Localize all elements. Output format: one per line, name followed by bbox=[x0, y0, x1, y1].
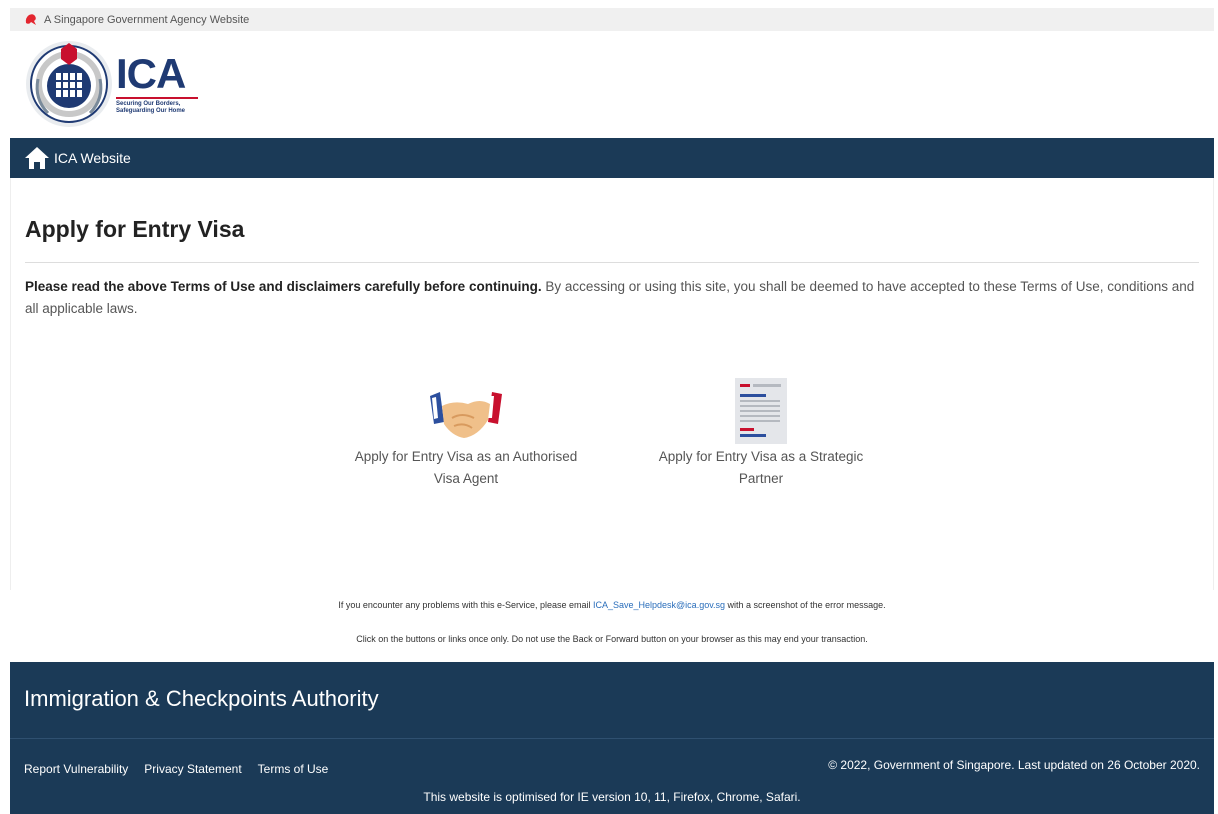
terms-notice-bold: Please read the above Terms of Use and d… bbox=[25, 279, 542, 294]
handshake-icon bbox=[430, 392, 502, 438]
ica-website-link[interactable]: ICA Website bbox=[54, 150, 131, 166]
masthead-text: A Singapore Government Agency Website bbox=[44, 13, 250, 26]
authorised-visa-agent-label: Apply for Entry Visa as an Authorised Vi… bbox=[354, 449, 578, 486]
logo-tagline-2: Safeguarding Our Home bbox=[116, 108, 186, 114]
footer-divider bbox=[10, 738, 1214, 739]
site-footer: Immigration & Checkpoints Authority Repo… bbox=[10, 662, 1214, 814]
privacy-statement-link[interactable]: Privacy Statement bbox=[144, 762, 241, 776]
browser-optimised-note: This website is optimised for IE version… bbox=[423, 790, 801, 804]
logo-tagline-1: Securing Our Borders, bbox=[116, 101, 181, 107]
document-icon bbox=[735, 378, 787, 444]
help-line-1-post: with a screenshot of the error message. bbox=[725, 600, 886, 610]
page-title: Apply for Entry Visa bbox=[25, 216, 245, 242]
help-line-2: Click on the buttons or links once only.… bbox=[356, 634, 868, 644]
ica-crest-icon bbox=[26, 41, 112, 127]
help-line-1-pre: If you encounter any problems with this … bbox=[338, 600, 593, 610]
help-line-1: If you encounter any problems with this … bbox=[10, 600, 1214, 610]
strategic-partner-option[interactable]: Apply for Entry Visa as a Strategic Part… bbox=[641, 376, 881, 490]
top-navbar: ICA Website bbox=[10, 138, 1214, 178]
help-section: If you encounter any problems with this … bbox=[10, 600, 1214, 644]
helpdesk-email-link[interactable]: ICA_Save_Helpdesk@ica.gov.sg bbox=[593, 600, 725, 610]
logo-divider bbox=[116, 97, 198, 99]
terms-notice: Please read the above Terms of Use and d… bbox=[25, 276, 1199, 320]
terms-of-use-link[interactable]: Terms of Use bbox=[258, 762, 329, 776]
ica-logo[interactable]: ICA Securing Our Borders, Safeguarding O… bbox=[24, 39, 198, 129]
site-header: ICA Securing Our Borders, Safeguarding O… bbox=[10, 31, 1214, 138]
authorised-visa-agent-option[interactable]: Apply for Entry Visa as an Authorised Vi… bbox=[346, 376, 586, 490]
footer-links: Report Vulnerability Privacy Statement T… bbox=[24, 762, 328, 776]
footer-copyright: © 2022, Government of Singapore. Last up… bbox=[828, 758, 1200, 772]
strategic-partner-label: Apply for Entry Visa as a Strategic Part… bbox=[658, 449, 864, 486]
footer-title: Immigration & Checkpoints Authority bbox=[24, 686, 379, 711]
logo-wordmark: ICA bbox=[116, 50, 186, 97]
title-divider bbox=[25, 262, 1199, 263]
report-vulnerability-link[interactable]: Report Vulnerability bbox=[24, 762, 128, 776]
singapore-lion-icon bbox=[25, 13, 36, 25]
main-content: Apply for Entry Visa Please read the abo… bbox=[10, 178, 1214, 590]
gov-masthead: A Singapore Government Agency Website bbox=[10, 8, 1214, 31]
home-icon[interactable] bbox=[24, 145, 50, 171]
